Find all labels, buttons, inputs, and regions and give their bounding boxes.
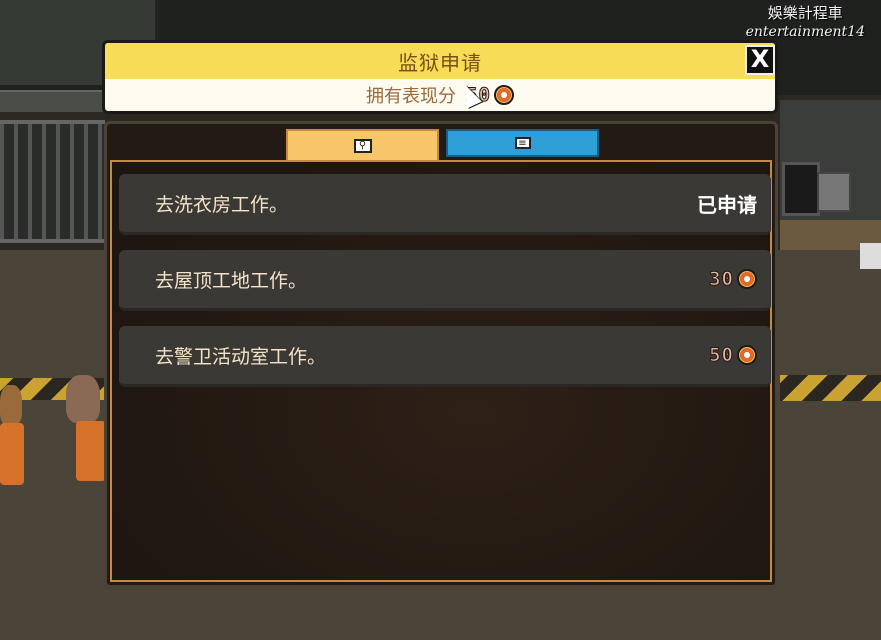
job-list-panel: ⚲ ≡ 去洗衣房工作。 已申请 去屋顶工地工作。 30 去警卫活动室工作。 50 (104, 121, 778, 588)
tab-search[interactable]: ⚲ (286, 129, 439, 161)
job-row-roof[interactable]: 去屋顶工地工作。 30 (119, 250, 771, 311)
cabinet (817, 172, 851, 212)
job-label: 去屋顶工地工作。 (155, 269, 308, 292)
close-button[interactable]: X (745, 45, 775, 75)
reputation-badge-icon (737, 269, 757, 289)
application-header: 监狱申请 拥有表现分 50 (102, 40, 778, 114)
magnifier-icon: ⚲ (353, 139, 372, 153)
job-row-guard-room[interactable]: 去警卫活动室工作。 50 (119, 326, 771, 387)
cell-bars (0, 120, 105, 243)
title-bar: 监狱申请 (105, 43, 775, 79)
prisoner-sprite (62, 375, 107, 500)
job-label: 去洗衣房工作。 (155, 193, 289, 216)
reputation-badge-icon (493, 85, 514, 105)
page-title: 监狱申请 (398, 50, 482, 75)
job-label: 去警卫活动室工作。 (155, 345, 327, 368)
reputation-badge-icon (737, 345, 757, 365)
paper (860, 243, 881, 269)
points-display: 拥有表现分 50 (105, 79, 775, 111)
hazard-stripe-right (780, 375, 881, 401)
points-label: 拥有表现分 (366, 86, 457, 107)
list-icon: ≡ (514, 137, 531, 149)
watermark: 娛樂計程車 entertainment14 (746, 4, 865, 42)
applied-status: 已申请 (697, 192, 757, 217)
monitor (782, 162, 820, 216)
job-cost: 30 (709, 268, 757, 291)
job-row-laundry[interactable]: 去洗衣房工作。 已申请 (119, 174, 771, 235)
tab-list[interactable]: ≡ (446, 129, 599, 157)
prisoner-sprite (0, 385, 30, 500)
cell-top-frame (0, 90, 110, 112)
cost-number: 50 (709, 344, 734, 367)
job-cost: 50 (709, 344, 757, 367)
watermark-title: 娛樂計程車 (767, 4, 843, 22)
cost-number: 30 (709, 268, 734, 291)
